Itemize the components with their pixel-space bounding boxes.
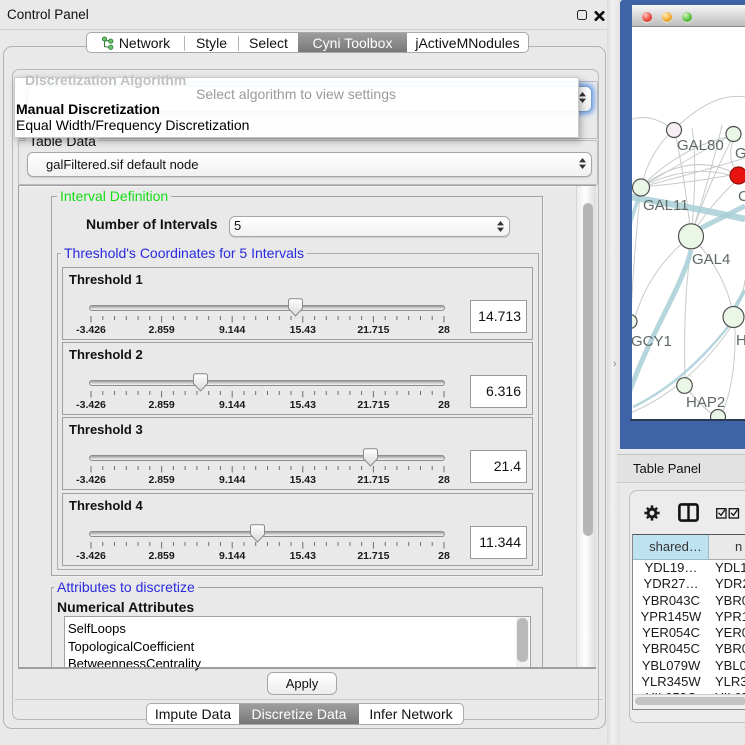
svg-text:H: H — [736, 332, 745, 349]
svg-text:GAL11: GAL11 — [643, 197, 689, 214]
svg-text:GA: GA — [735, 145, 745, 162]
svg-text:HAP2: HAP2 — [686, 394, 725, 411]
svg-text:GAL80: GAL80 — [677, 137, 724, 154]
svg-text:GAL4: GAL4 — [692, 251, 730, 268]
svg-text:C: C — [738, 188, 745, 205]
svg-text:GCY1: GCY1 — [632, 333, 672, 350]
